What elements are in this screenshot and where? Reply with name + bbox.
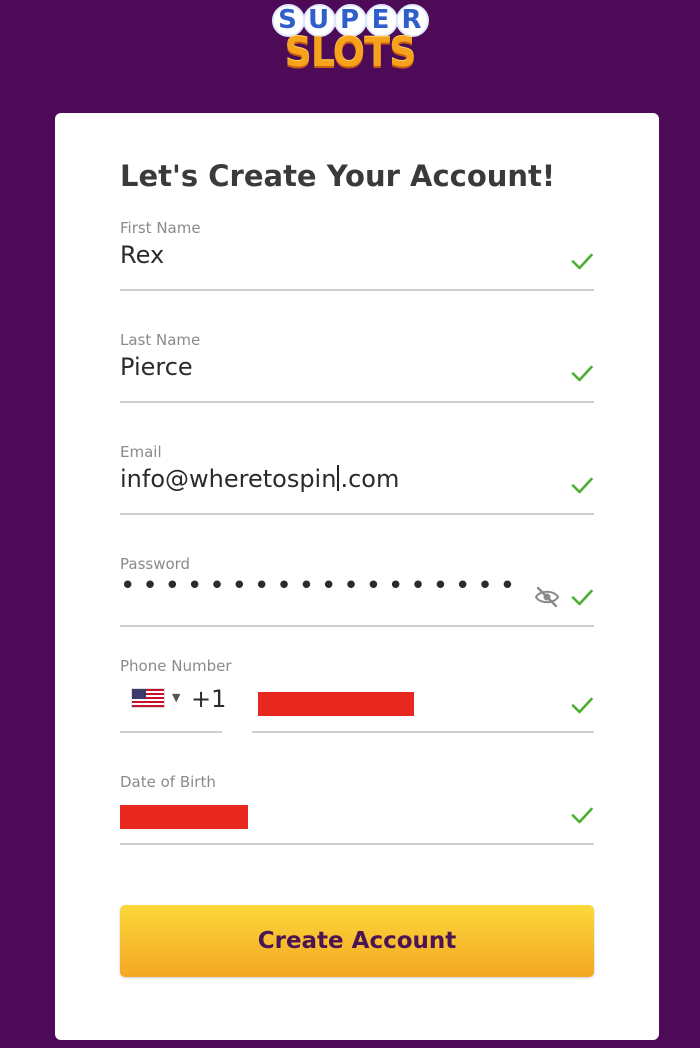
country-code-select[interactable]: ▼ +1	[120, 657, 226, 735]
country-code-underline	[120, 731, 222, 733]
last-name-underline	[120, 401, 594, 403]
logo-slots-text: SLOTS	[284, 30, 416, 76]
email-value-end: .com	[340, 465, 400, 493]
first-name-input[interactable]: Rex	[120, 241, 164, 269]
last-name-field[interactable]: Last Name Pierce	[120, 331, 594, 403]
check-icon	[570, 803, 594, 827]
email-label: Email	[120, 443, 162, 461]
form-title: Let's Create Your Account!	[120, 159, 556, 193]
first-name-label: First Name	[120, 219, 201, 237]
caret-down-icon: ▼	[172, 691, 181, 704]
dob-underline	[120, 843, 594, 845]
check-icon	[570, 361, 594, 385]
country-code: +1	[191, 685, 227, 713]
phone-number-input[interactable]	[252, 657, 594, 735]
email-underline	[120, 513, 594, 515]
date-of-birth-field[interactable]: Date of Birth	[120, 773, 594, 845]
us-flag-icon	[132, 689, 164, 707]
super-slots-logo[interactable]: SUPER SLOTS	[0, 0, 700, 90]
email-value-start: info@wheretospin	[120, 465, 337, 493]
signup-card: Let's Create Your Account! First Name Re…	[55, 113, 659, 1040]
redacted-phone-number	[258, 692, 414, 716]
password-input[interactable]: ••••••••••••••••••	[120, 571, 522, 601]
first-name-underline	[120, 289, 594, 291]
email-input[interactable]: info@wheretospin .com	[120, 465, 399, 493]
check-icon	[570, 473, 594, 497]
last-name-label: Last Name	[120, 331, 201, 349]
create-account-button[interactable]: Create Account	[120, 905, 594, 977]
eye-slash-icon[interactable]	[534, 585, 560, 609]
password-underline	[120, 625, 594, 627]
phone-underline	[252, 731, 594, 733]
password-field[interactable]: Password ••••••••••••••••••	[120, 555, 594, 627]
last-name-input[interactable]: Pierce	[120, 353, 193, 381]
email-field[interactable]: Email info@wheretospin .com	[120, 443, 594, 515]
dob-label: Date of Birth	[120, 773, 216, 791]
check-icon	[570, 249, 594, 273]
check-icon	[570, 693, 594, 717]
first-name-field[interactable]: First Name Rex	[120, 219, 594, 291]
redacted-date-of-birth	[120, 805, 248, 829]
check-icon	[570, 585, 594, 609]
phone-field: Phone Number ▼ +1	[120, 657, 594, 735]
